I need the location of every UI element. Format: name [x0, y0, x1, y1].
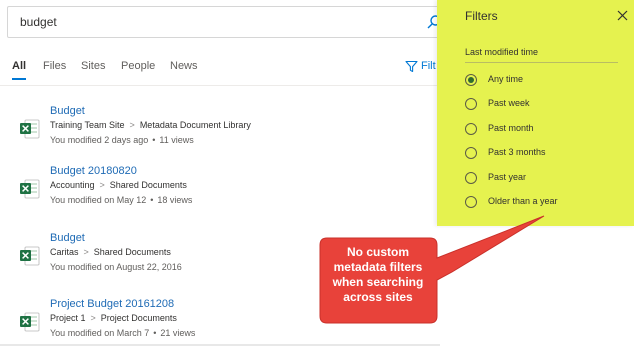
radio-label: Past 3 months: [488, 147, 546, 157]
filter-option[interactable]: Past week: [465, 98, 615, 114]
result-meta: You modified on May 12 • 18 views: [50, 195, 192, 205]
tab-sites[interactable]: Sites: [81, 60, 105, 72]
chevron-right-icon: >: [129, 120, 135, 130]
search-box[interactable]: budget: [7, 6, 445, 38]
path-segment[interactable]: Training Team Site: [50, 120, 125, 130]
tab-files[interactable]: Files: [43, 60, 66, 72]
chevron-right-icon: >: [83, 247, 89, 257]
radio-button[interactable]: [465, 196, 477, 208]
radio-label: Past week: [488, 98, 530, 108]
close-icon[interactable]: [617, 10, 628, 21]
breadcrumb: Caritas > Shared Documents: [50, 247, 171, 257]
filter-option[interactable]: Past year: [465, 172, 615, 188]
breadcrumb: Project 1 > Project Documents: [50, 313, 177, 323]
filters-panel: Filters Last modified time Any time Past …: [437, 0, 634, 226]
result-title[interactable]: Project Budget 20161208: [50, 298, 174, 310]
filter-option[interactable]: Any time: [465, 74, 615, 90]
separator-dot: •: [152, 135, 156, 145]
modified-text: You modified on August 22, 2016: [50, 262, 182, 272]
tab-news[interactable]: News: [170, 60, 198, 72]
section-label: Last modified time: [465, 47, 539, 57]
panel-title: Filters: [465, 9, 498, 23]
result-meta: You modified on August 22, 2016: [50, 262, 182, 272]
filter-option[interactable]: Older than a year: [465, 196, 615, 212]
tab-all[interactable]: All: [12, 60, 26, 72]
active-tab-indicator: [12, 78, 26, 80]
radio-button[interactable]: [465, 98, 477, 110]
path-segment[interactable]: Shared Documents: [110, 180, 187, 190]
result-meta: You modified on March 7 • 21 views: [50, 328, 195, 338]
breadcrumb: Accounting > Shared Documents: [50, 180, 187, 190]
result-item[interactable]: Budget Training Team Site > Metadata Docume…: [0, 105, 440, 163]
callout-line: across sites: [343, 290, 413, 304]
separator-dot: •: [153, 328, 157, 338]
separator-dot: •: [150, 195, 154, 205]
divider: [0, 85, 440, 86]
modified-text: You modified on May 12: [50, 195, 147, 205]
breadcrumb: Training Team Site > Metadata Document Lib…: [50, 120, 251, 130]
radio-label: Past month: [488, 123, 534, 133]
views-text: 21 views: [160, 328, 196, 338]
result-item[interactable]: Budget 20180820 Accounting > Shared Documen…: [0, 165, 440, 223]
path-segment[interactable]: Project Documents: [101, 313, 177, 323]
callout-line: No custom: [346, 245, 409, 259]
radio-button[interactable]: [465, 147, 477, 159]
excel-icon: [20, 246, 40, 266]
callout-line: when searching: [332, 275, 424, 289]
result-title[interactable]: Budget 20180820: [50, 165, 137, 177]
views-text: 11 views: [159, 135, 194, 145]
path-segment[interactable]: Metadata Document Library: [140, 120, 251, 130]
path-segment[interactable]: Caritas: [50, 247, 79, 257]
result-meta: You modified 2 days ago • 11 views: [50, 135, 194, 145]
result-item[interactable]: Project Budget 20161208 Project 1 > Project…: [0, 298, 440, 356]
filter-option[interactable]: Past 3 months: [465, 147, 615, 163]
section-divider: [465, 62, 618, 63]
chevron-right-icon: >: [90, 313, 96, 323]
modified-text: You modified on March 7: [50, 328, 150, 338]
search-input[interactable]: budget: [20, 15, 57, 29]
excel-icon: [20, 312, 40, 332]
result-title[interactable]: Budget: [50, 232, 85, 244]
filters-button-label: Filt: [421, 60, 436, 72]
tab-people[interactable]: People: [121, 60, 155, 72]
radio-button[interactable]: [465, 172, 477, 184]
radio-button[interactable]: [465, 74, 477, 86]
path-segment[interactable]: Accounting: [50, 180, 95, 190]
filter-icon: [405, 60, 418, 73]
path-segment[interactable]: Shared Documents: [94, 247, 171, 257]
filter-option[interactable]: Past month: [465, 123, 615, 139]
radio-label: Past year: [488, 172, 527, 182]
callout-text: No custom metadata filters when searchin…: [318, 245, 438, 305]
result-title[interactable]: Budget: [50, 105, 85, 117]
path-segment[interactable]: Project 1: [50, 313, 86, 323]
views-text: 18 views: [157, 195, 193, 205]
excel-icon: [20, 179, 40, 199]
excel-icon: [20, 119, 40, 139]
callout-line: metadata filters: [333, 260, 423, 274]
radio-label: Any time: [488, 74, 524, 84]
radio-button[interactable]: [465, 123, 477, 135]
radio-label: Older than a year: [488, 196, 558, 206]
chevron-right-icon: >: [99, 180, 105, 190]
modified-text: You modified 2 days ago: [50, 135, 149, 145]
